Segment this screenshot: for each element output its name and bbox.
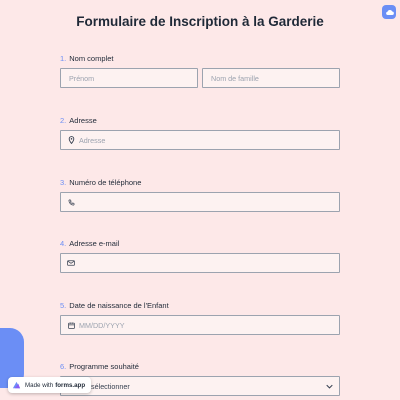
- question-text: Date de naissance de l'Enfant: [69, 301, 169, 310]
- question-label-birthdate: 5. Date de naissance de l'Enfant: [60, 301, 169, 310]
- question-number: 1.: [60, 54, 67, 63]
- made-with-text: Made with: [25, 381, 54, 389]
- question-text: Adresse: [69, 116, 97, 125]
- address-placeholder: Adresse: [79, 135, 106, 145]
- calendar-icon: [65, 322, 77, 329]
- phone-icon: [65, 199, 77, 206]
- address-field[interactable]: Adresse: [60, 130, 340, 150]
- question-label-email: 4. Adresse e-mail: [60, 239, 119, 248]
- question-number: 3.: [60, 178, 67, 187]
- question-text: Adresse e-mail: [69, 239, 120, 248]
- mail-icon: [65, 260, 77, 266]
- phone-field[interactable]: [60, 192, 340, 212]
- question-number: 6.: [60, 362, 67, 371]
- question-text: Programme souhaité: [69, 362, 139, 371]
- question-label-program: 6. Programme souhaité: [60, 362, 139, 371]
- question-text: Numéro de téléphone: [69, 178, 142, 187]
- last-name-placeholder: Nom de famille: [211, 73, 259, 83]
- program-select[interactable]: sélectionner: [60, 376, 340, 396]
- birthdate-field[interactable]: MM/DD/YYYY: [60, 315, 340, 335]
- first-name-placeholder: Prénom: [69, 73, 95, 83]
- forms-app-logo-icon: [12, 381, 21, 388]
- question-number: 5.: [60, 301, 67, 310]
- question-text: Nom complet: [69, 54, 114, 63]
- cloud-icon: [385, 9, 394, 15]
- email-field[interactable]: [60, 253, 340, 273]
- cloud-button[interactable]: [382, 5, 396, 19]
- last-name-field[interactable]: Nom de famille: [202, 68, 340, 88]
- chevron-down-icon: [326, 382, 333, 391]
- made-with-badge[interactable]: Made with forms.app: [8, 377, 92, 393]
- question-label-phone: 3. Numéro de téléphone: [60, 178, 141, 187]
- question-number: 4.: [60, 239, 67, 248]
- question-number: 2.: [60, 116, 67, 125]
- first-name-field[interactable]: Prénom: [60, 68, 198, 88]
- map-pin-icon: [65, 136, 77, 144]
- question-label-address: 2. Adresse: [60, 116, 97, 125]
- question-label-full-name: 1. Nom complet: [60, 54, 113, 63]
- brand-name: forms.app: [55, 381, 86, 389]
- form-title: Formulaire de Inscription à la Garderie: [76, 14, 324, 29]
- birthdate-placeholder: MM/DD/YYYY: [79, 320, 125, 330]
